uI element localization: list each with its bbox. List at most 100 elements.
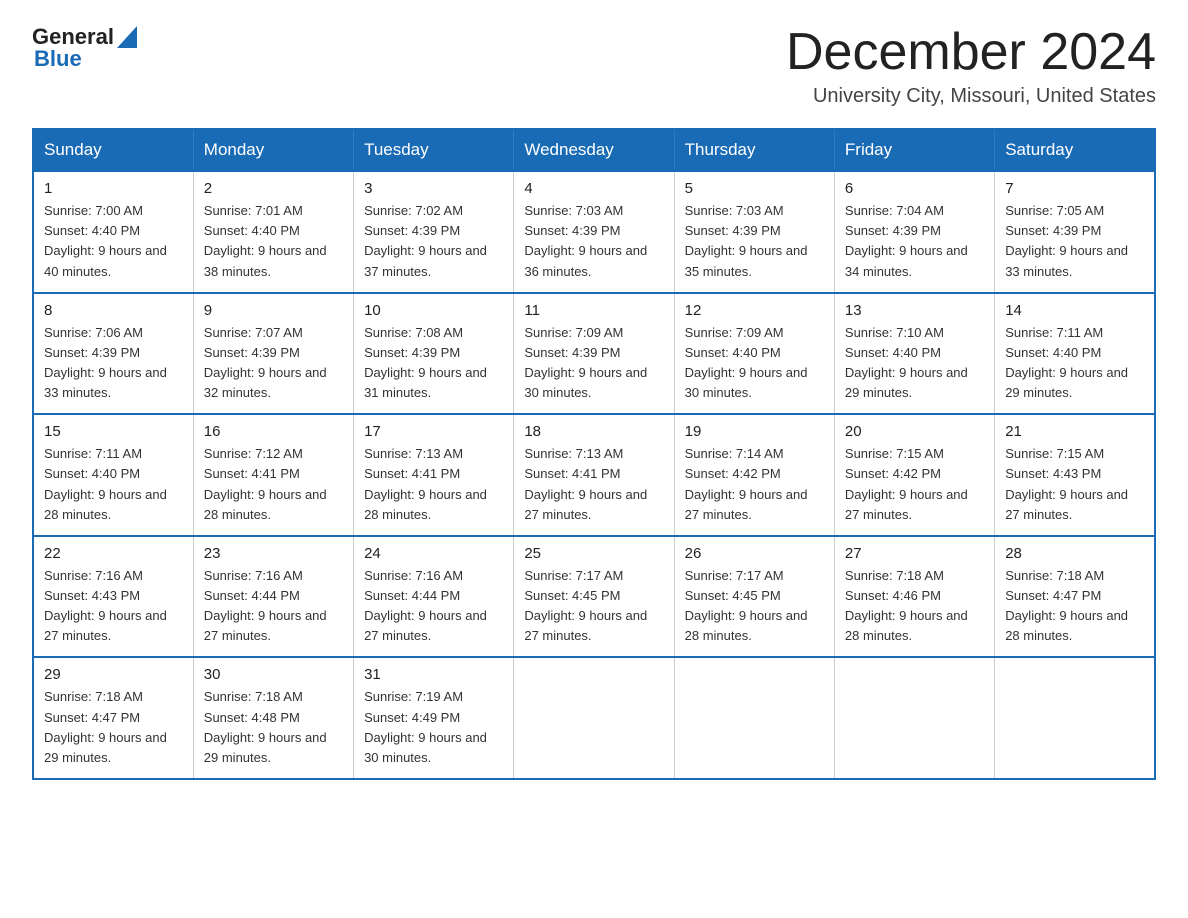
day-info: Sunrise: 7:05 AMSunset: 4:39 PMDaylight:… bbox=[1005, 201, 1144, 282]
calendar-week-row: 15 Sunrise: 7:11 AMSunset: 4:40 PMDayligh… bbox=[33, 414, 1155, 536]
day-info: Sunrise: 7:14 AMSunset: 4:42 PMDaylight:… bbox=[685, 444, 824, 525]
table-row: 3 Sunrise: 7:02 AMSunset: 4:39 PMDaylight… bbox=[354, 171, 514, 293]
table-row: 7 Sunrise: 7:05 AMSunset: 4:39 PMDaylight… bbox=[995, 171, 1155, 293]
col-wednesday: Wednesday bbox=[514, 129, 674, 171]
table-row: 12 Sunrise: 7:09 AMSunset: 4:40 PMDayligh… bbox=[674, 293, 834, 415]
day-number: 29 bbox=[44, 666, 183, 683]
day-number: 18 bbox=[524, 423, 663, 440]
day-number: 26 bbox=[685, 545, 824, 562]
day-info: Sunrise: 7:17 AMSunset: 4:45 PMDaylight:… bbox=[524, 566, 663, 647]
day-number: 7 bbox=[1005, 180, 1144, 197]
day-number: 6 bbox=[845, 180, 984, 197]
day-info: Sunrise: 7:03 AMSunset: 4:39 PMDaylight:… bbox=[524, 201, 663, 282]
day-number: 19 bbox=[685, 423, 824, 440]
day-info: Sunrise: 7:02 AMSunset: 4:39 PMDaylight:… bbox=[364, 201, 503, 282]
table-row: 26Sunrise: 7:17 AMSunset: 4:45 PMDayligh… bbox=[674, 536, 834, 658]
logo-text-blue: Blue bbox=[34, 46, 82, 71]
day-number: 22 bbox=[44, 545, 183, 562]
day-number: 3 bbox=[364, 180, 503, 197]
col-sunday: Sunday bbox=[33, 129, 193, 171]
table-row: 16 Sunrise: 7:12 AMSunset: 4:41 PMDayligh… bbox=[193, 414, 353, 536]
day-info: Sunrise: 7:18 AMSunset: 4:47 PMDaylight:… bbox=[44, 687, 183, 768]
day-info: Sunrise: 7:04 AMSunset: 4:39 PMDaylight:… bbox=[845, 201, 984, 282]
logo-triangle-icon bbox=[117, 26, 137, 48]
day-info: Sunrise: 7:10 AMSunset: 4:40 PMDaylight:… bbox=[845, 323, 984, 404]
calendar-week-row: 1 Sunrise: 7:00 AMSunset: 4:40 PMDaylight… bbox=[33, 171, 1155, 293]
table-row: 8Sunrise: 7:06 AMSunset: 4:39 PMDaylight… bbox=[33, 293, 193, 415]
day-number: 25 bbox=[524, 545, 663, 562]
day-number: 15 bbox=[44, 423, 183, 440]
table-row: 19 Sunrise: 7:14 AMSunset: 4:42 PMDayligh… bbox=[674, 414, 834, 536]
day-number: 4 bbox=[524, 180, 663, 197]
col-tuesday: Tuesday bbox=[354, 129, 514, 171]
day-info: Sunrise: 7:03 AMSunset: 4:39 PMDaylight:… bbox=[685, 201, 824, 282]
day-info: Sunrise: 7:11 AMSunset: 4:40 PMDaylight:… bbox=[1005, 323, 1144, 404]
table-row: 13 Sunrise: 7:10 AMSunset: 4:40 PMDayligh… bbox=[834, 293, 994, 415]
day-number: 20 bbox=[845, 423, 984, 440]
table-row: 23Sunrise: 7:16 AMSunset: 4:44 PMDayligh… bbox=[193, 536, 353, 658]
day-number: 24 bbox=[364, 545, 503, 562]
table-row bbox=[674, 657, 834, 779]
col-friday: Friday bbox=[834, 129, 994, 171]
table-row: 17Sunrise: 7:13 AMSunset: 4:41 PMDayligh… bbox=[354, 414, 514, 536]
day-info: Sunrise: 7:09 AMSunset: 4:39 PMDaylight:… bbox=[524, 323, 663, 404]
calendar-week-row: 29 Sunrise: 7:18 AMSunset: 4:47 PMDayligh… bbox=[33, 657, 1155, 779]
table-row bbox=[514, 657, 674, 779]
day-info: Sunrise: 7:16 AMSunset: 4:44 PMDaylight:… bbox=[364, 566, 503, 647]
day-info: Sunrise: 7:01 AMSunset: 4:40 PMDaylight:… bbox=[204, 201, 343, 282]
day-info: Sunrise: 7:18 AMSunset: 4:48 PMDaylight:… bbox=[204, 687, 343, 768]
table-row: 21 Sunrise: 7:15 AMSunset: 4:43 PMDayligh… bbox=[995, 414, 1155, 536]
day-number: 21 bbox=[1005, 423, 1144, 440]
title-block: December 2024 University City, Missouri,… bbox=[786, 24, 1156, 108]
day-info: Sunrise: 7:13 AMSunset: 4:41 PMDaylight:… bbox=[364, 444, 503, 525]
day-info: Sunrise: 7:00 AMSunset: 4:40 PMDaylight:… bbox=[44, 201, 183, 282]
day-number: 16 bbox=[204, 423, 343, 440]
day-number: 11 bbox=[524, 302, 663, 319]
day-number: 12 bbox=[685, 302, 824, 319]
page-header: General Blue December 2024 University Ci… bbox=[32, 24, 1156, 108]
table-row: 1 Sunrise: 7:00 AMSunset: 4:40 PMDaylight… bbox=[33, 171, 193, 293]
calendar-table: Sunday Monday Tuesday Wednesday Thursday… bbox=[32, 128, 1156, 780]
day-info: Sunrise: 7:11 AMSunset: 4:40 PMDaylight:… bbox=[44, 444, 183, 525]
day-info: Sunrise: 7:07 AMSunset: 4:39 PMDaylight:… bbox=[204, 323, 343, 404]
calendar-subtitle: University City, Missouri, United States bbox=[786, 85, 1156, 108]
calendar-week-row: 22 Sunrise: 7:16 AMSunset: 4:43 PMDayligh… bbox=[33, 536, 1155, 658]
table-row: 14Sunrise: 7:11 AMSunset: 4:40 PMDayligh… bbox=[995, 293, 1155, 415]
table-row: 30Sunrise: 7:18 AMSunset: 4:48 PMDayligh… bbox=[193, 657, 353, 779]
table-row: 20 Sunrise: 7:15 AMSunset: 4:42 PMDayligh… bbox=[834, 414, 994, 536]
day-info: Sunrise: 7:08 AMSunset: 4:39 PMDaylight:… bbox=[364, 323, 503, 404]
table-row bbox=[834, 657, 994, 779]
logo: General Blue bbox=[32, 24, 137, 72]
day-number: 23 bbox=[204, 545, 343, 562]
table-row: 28 Sunrise: 7:18 AMSunset: 4:47 PMDayligh… bbox=[995, 536, 1155, 658]
table-row: 15 Sunrise: 7:11 AMSunset: 4:40 PMDayligh… bbox=[33, 414, 193, 536]
day-info: Sunrise: 7:18 AMSunset: 4:46 PMDaylight:… bbox=[845, 566, 984, 647]
table-row: 5 Sunrise: 7:03 AMSunset: 4:39 PMDaylight… bbox=[674, 171, 834, 293]
day-info: Sunrise: 7:15 AMSunset: 4:43 PMDaylight:… bbox=[1005, 444, 1144, 525]
table-row: 9Sunrise: 7:07 AMSunset: 4:39 PMDaylight… bbox=[193, 293, 353, 415]
table-row bbox=[995, 657, 1155, 779]
table-row: 29 Sunrise: 7:18 AMSunset: 4:47 PMDayligh… bbox=[33, 657, 193, 779]
calendar-week-row: 8Sunrise: 7:06 AMSunset: 4:39 PMDaylight… bbox=[33, 293, 1155, 415]
table-row: 25 Sunrise: 7:17 AMSunset: 4:45 PMDayligh… bbox=[514, 536, 674, 658]
table-row: 11 Sunrise: 7:09 AMSunset: 4:39 PMDayligh… bbox=[514, 293, 674, 415]
day-info: Sunrise: 7:15 AMSunset: 4:42 PMDaylight:… bbox=[845, 444, 984, 525]
day-number: 1 bbox=[44, 180, 183, 197]
table-row: 2Sunrise: 7:01 AMSunset: 4:40 PMDaylight… bbox=[193, 171, 353, 293]
table-row: 6 Sunrise: 7:04 AMSunset: 4:39 PMDaylight… bbox=[834, 171, 994, 293]
day-number: 5 bbox=[685, 180, 824, 197]
day-info: Sunrise: 7:09 AMSunset: 4:40 PMDaylight:… bbox=[685, 323, 824, 404]
col-thursday: Thursday bbox=[674, 129, 834, 171]
day-number: 8 bbox=[44, 302, 183, 319]
table-row: 27Sunrise: 7:18 AMSunset: 4:46 PMDayligh… bbox=[834, 536, 994, 658]
day-info: Sunrise: 7:12 AMSunset: 4:41 PMDaylight:… bbox=[204, 444, 343, 525]
day-info: Sunrise: 7:18 AMSunset: 4:47 PMDaylight:… bbox=[1005, 566, 1144, 647]
day-info: Sunrise: 7:16 AMSunset: 4:43 PMDaylight:… bbox=[44, 566, 183, 647]
day-number: 13 bbox=[845, 302, 984, 319]
day-number: 28 bbox=[1005, 545, 1144, 562]
table-row: 4 Sunrise: 7:03 AMSunset: 4:39 PMDaylight… bbox=[514, 171, 674, 293]
col-saturday: Saturday bbox=[995, 129, 1155, 171]
table-row: 22 Sunrise: 7:16 AMSunset: 4:43 PMDayligh… bbox=[33, 536, 193, 658]
table-row: 18Sunrise: 7:13 AMSunset: 4:41 PMDayligh… bbox=[514, 414, 674, 536]
table-row: 24 Sunrise: 7:16 AMSunset: 4:44 PMDayligh… bbox=[354, 536, 514, 658]
